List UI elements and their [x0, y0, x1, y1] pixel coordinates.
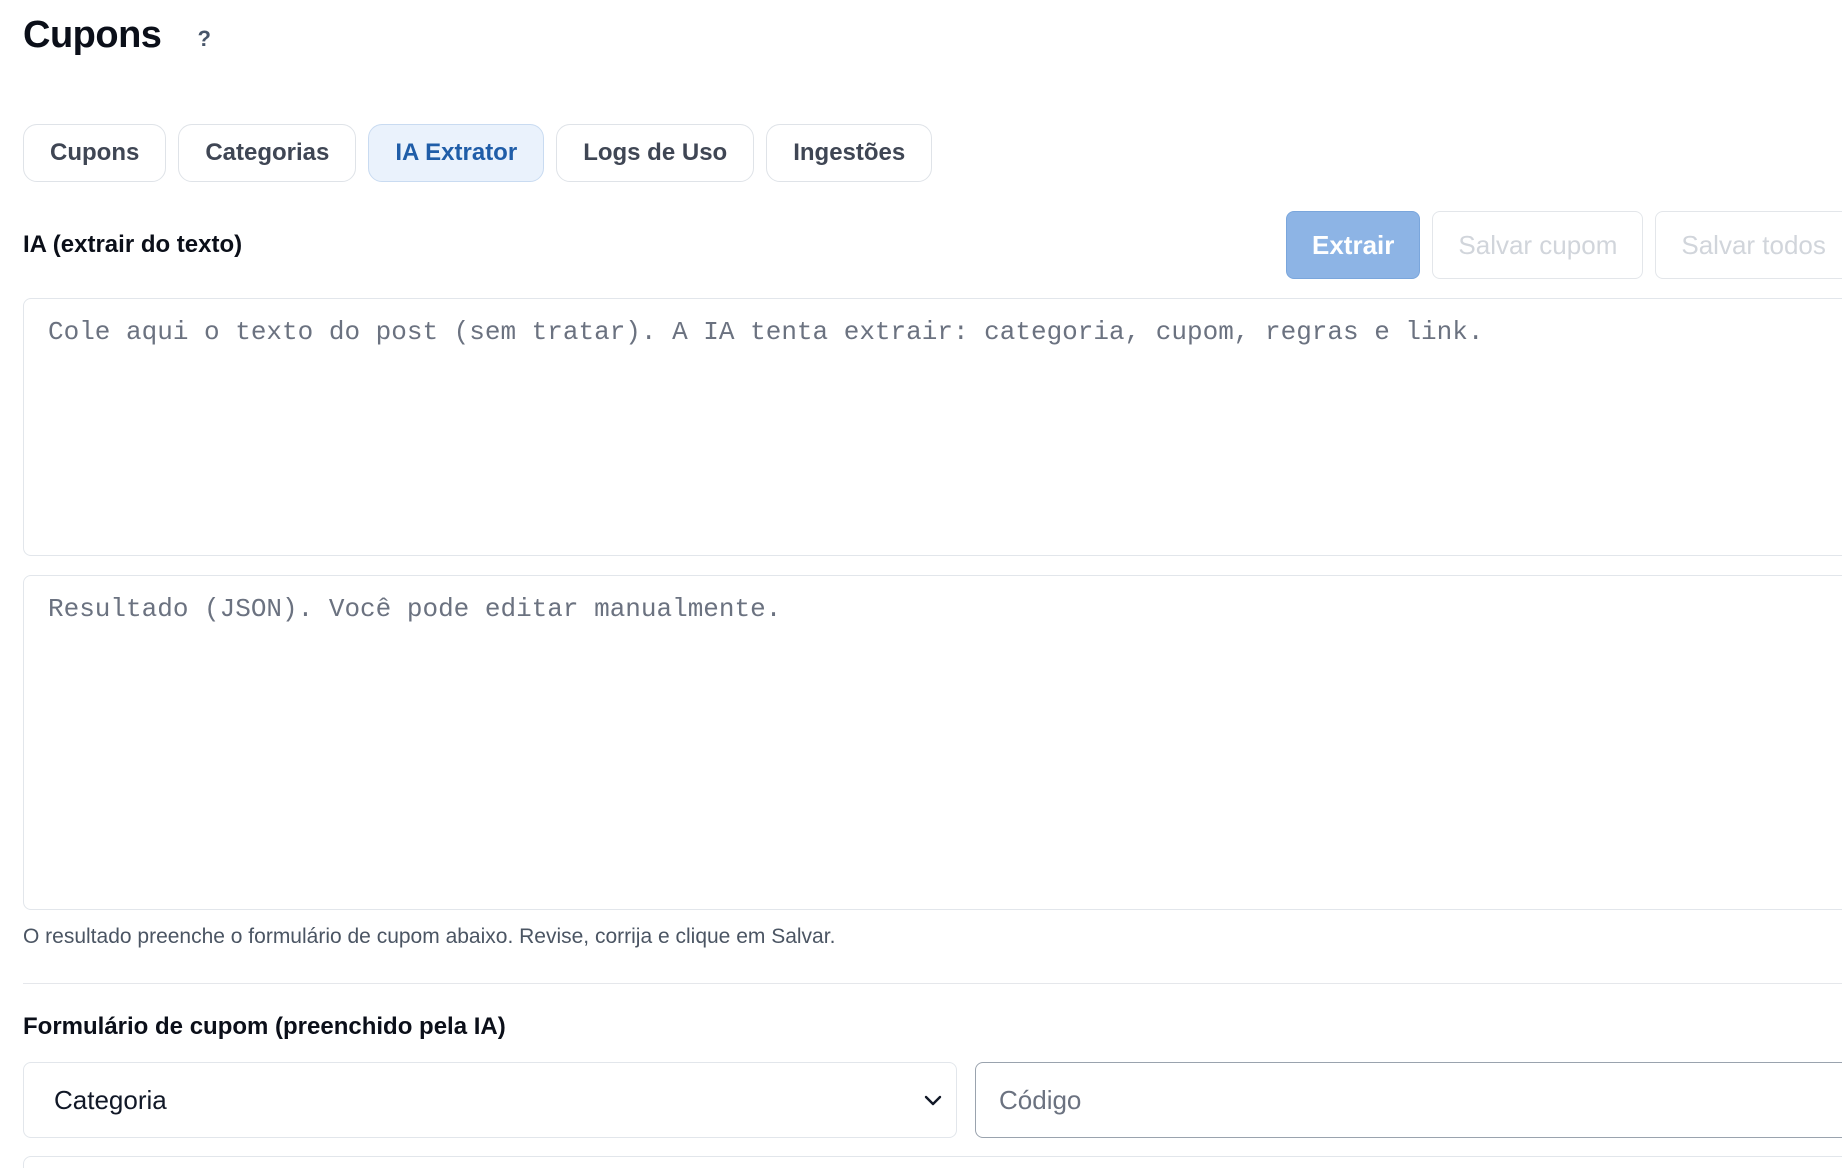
- next-form-field[interactable]: [23, 1156, 1842, 1168]
- tab-ingestoes[interactable]: Ingestões: [766, 124, 933, 182]
- category-select[interactable]: Categoria: [23, 1062, 957, 1138]
- save-all-button[interactable]: Salvar todos: [1655, 211, 1842, 279]
- chevron-down-icon: [918, 1085, 948, 1115]
- extract-button[interactable]: Extrair: [1286, 211, 1421, 279]
- helper-text: O resultado preenche o formulário de cup…: [23, 925, 836, 948]
- extractor-actions: Extrair Salvar cupom Salvar todos: [1286, 211, 1842, 279]
- page-header: Cupons ?: [23, 14, 211, 57]
- page-title: Cupons: [23, 14, 162, 56]
- help-icon[interactable]: ?: [197, 26, 210, 52]
- tab-ia-extrator[interactable]: IA Extrator: [368, 124, 545, 182]
- category-select-value: Categoria: [54, 1084, 167, 1115]
- code-input[interactable]: Código: [975, 1062, 1842, 1138]
- page: Cupons ? Cupons Categorias IA Extrator L…: [0, 0, 1842, 1168]
- tab-cupons[interactable]: Cupons: [23, 124, 167, 182]
- post-text-input[interactable]: Cole aqui o texto do post (sem tratar). …: [23, 298, 1842, 556]
- section-divider: [23, 983, 1842, 984]
- extractor-section-title: IA (extrair do texto): [23, 231, 243, 258]
- result-json-input[interactable]: Resultado (JSON). Você pode editar manua…: [23, 575, 1842, 910]
- tab-categorias[interactable]: Categorias: [178, 124, 357, 182]
- coupon-form-title: Formulário de cupom (preenchido pela IA): [23, 1013, 506, 1040]
- save-coupon-button[interactable]: Salvar cupom: [1432, 211, 1644, 279]
- tab-logs-de-uso[interactable]: Logs de Uso: [556, 124, 755, 182]
- tab-bar: Cupons Categorias IA Extrator Logs de Us…: [23, 124, 933, 182]
